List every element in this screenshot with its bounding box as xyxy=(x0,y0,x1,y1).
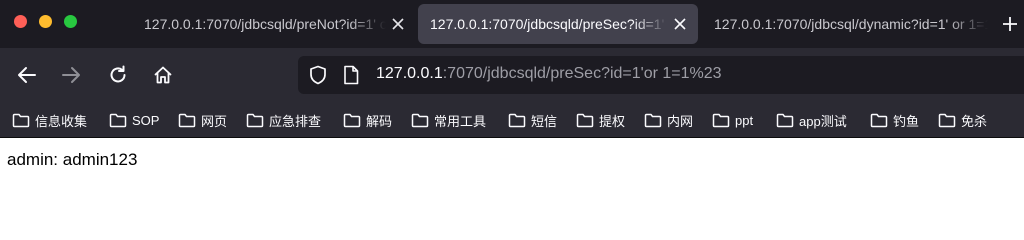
response-text: admin: admin123 xyxy=(7,150,138,169)
tab-title: 127.0.0.1:7070/jdbcsqld/preSec?id=1' or … xyxy=(430,16,668,32)
window-zoom-button[interactable] xyxy=(64,15,77,28)
bookmark-label: 网页 xyxy=(201,113,228,129)
bookmark-folder[interactable]: 信息收集 xyxy=(12,109,87,131)
tab-dynamic[interactable]: 127.0.0.1:7070/jdbcsql/dynamic?id=1' or … xyxy=(702,4,988,44)
bookmark-folder[interactable]: 应急排查 xyxy=(246,109,321,131)
folder-icon xyxy=(576,113,594,127)
url-text[interactable]: 127.0.0.1:7070/jdbcsqld/preSec?id=1'or 1… xyxy=(376,65,722,83)
forward-arrow-icon xyxy=(62,67,80,83)
folder-icon xyxy=(870,113,888,127)
back-arrow-icon xyxy=(18,67,36,83)
tab-title: 127.0.0.1:7070/jdbcsql/dynamic?id=1' or … xyxy=(714,16,988,32)
bookmark-folder[interactable]: 提权 xyxy=(576,109,625,131)
tab-prenot[interactable]: 127.0.0.1:7070/jdbcsqld/preNot?id=1' or … xyxy=(132,4,416,44)
bookmark-label: 提权 xyxy=(599,113,626,129)
bookmark-label: 解码 xyxy=(366,113,393,129)
bookmark-label: 常用工具 xyxy=(434,113,487,129)
folder-icon xyxy=(411,113,429,127)
tab-title: 127.0.0.1:7070/jdbcsqld/preNot?id=1' or … xyxy=(144,16,386,32)
url-path: :7070/jdbcsqld/preSec?id=1'or 1=1%23 xyxy=(442,65,722,82)
bookmarks-toolbar: 信息收集 SOP 网页 应急排查 解码 常用工具 短信 提权 内网 ppt ap… xyxy=(0,102,1024,138)
bookmark-label: 短信 xyxy=(531,113,558,129)
tab-presec[interactable]: 127.0.0.1:7070/jdbcsqld/preSec?id=1' or … xyxy=(418,4,698,44)
window-minimize-button[interactable] xyxy=(39,15,52,28)
shield-icon[interactable] xyxy=(308,65,328,85)
close-icon[interactable] xyxy=(386,12,410,36)
folder-icon xyxy=(246,113,264,127)
bookmark-label: 钓鱼 xyxy=(893,113,920,129)
home-icon xyxy=(154,66,172,84)
bookmark-folder[interactable]: 内网 xyxy=(644,109,693,131)
forward-button[interactable] xyxy=(58,62,84,88)
bookmark-folder[interactable]: 解码 xyxy=(343,109,392,131)
bookmark-label: 信息收集 xyxy=(35,113,88,129)
folder-icon xyxy=(508,113,526,127)
new-tab-button[interactable] xyxy=(998,12,1022,36)
folder-icon xyxy=(12,113,30,127)
plus-icon xyxy=(1003,17,1017,31)
bookmark-folder[interactable]: SOP xyxy=(109,109,159,131)
page-icon[interactable] xyxy=(342,65,360,85)
folder-icon xyxy=(343,113,361,127)
bookmark-label: SOP xyxy=(132,112,160,128)
reload-button[interactable] xyxy=(105,62,131,88)
bookmark-folder[interactable]: 免杀 xyxy=(938,109,987,131)
url-host: 127.0.0.1 xyxy=(376,65,443,82)
window-close-button[interactable] xyxy=(14,15,27,28)
folder-icon xyxy=(712,113,730,127)
bookmark-folder[interactable]: 常用工具 xyxy=(411,109,486,131)
bookmark-label: app测试 xyxy=(799,113,847,129)
bookmark-label: 内网 xyxy=(667,113,694,129)
folder-icon xyxy=(776,113,794,127)
bookmark-folder[interactable]: ppt xyxy=(712,109,753,131)
bookmark-label: 免杀 xyxy=(961,113,988,129)
close-icon[interactable] xyxy=(668,12,692,36)
bookmark-folder[interactable]: app测试 xyxy=(776,109,847,131)
folder-icon xyxy=(109,113,127,127)
folder-icon xyxy=(938,113,956,127)
folder-icon xyxy=(644,113,662,127)
navigation-toolbar: 127.0.0.1:7070/jdbcsqld/preSec?id=1'or 1… xyxy=(0,48,1024,102)
address-bar[interactable]: 127.0.0.1:7070/jdbcsqld/preSec?id=1'or 1… xyxy=(298,56,1024,94)
folder-icon xyxy=(178,113,196,127)
reload-icon xyxy=(110,65,126,83)
bookmark-folder[interactable]: 短信 xyxy=(508,109,557,131)
tab-strip: 127.0.0.1:7070/jdbcsqld/preNot?id=1' or … xyxy=(0,0,1024,48)
bookmark-label: 应急排查 xyxy=(269,113,322,129)
page-content: admin: admin123 xyxy=(0,138,1024,240)
home-button[interactable] xyxy=(150,62,176,88)
bookmark-folder[interactable]: 网页 xyxy=(178,109,227,131)
back-button[interactable] xyxy=(14,62,40,88)
bookmark-label: ppt xyxy=(735,112,754,128)
bookmark-folder[interactable]: 钓鱼 xyxy=(870,109,919,131)
